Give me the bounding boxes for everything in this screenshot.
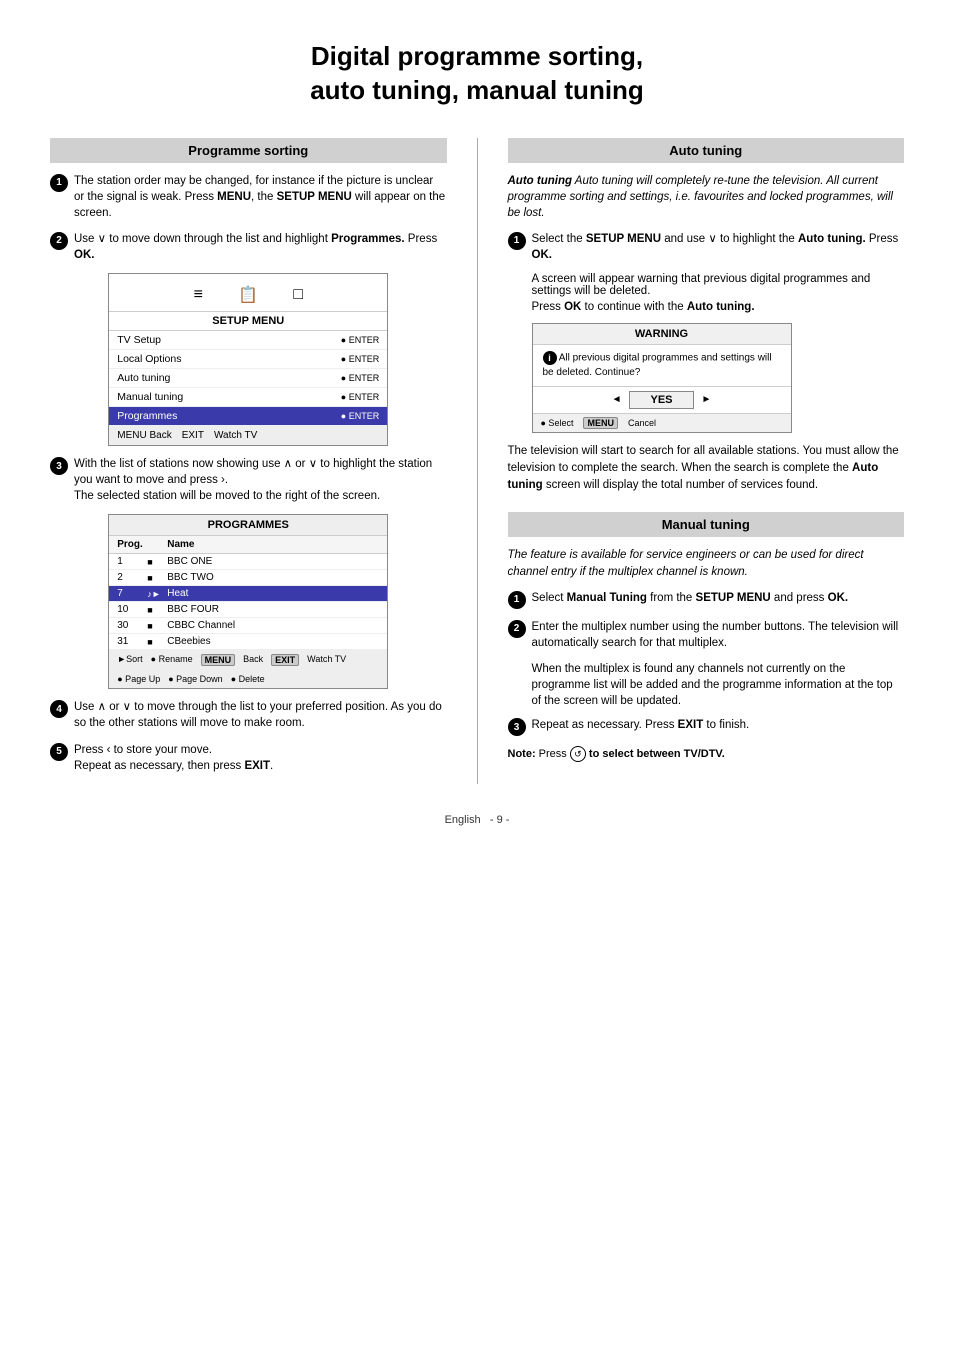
setup-menu-box: ≡ 📋 □ SETUP MENU TV Setup● ENTER Local O…	[108, 273, 388, 446]
prog-row-bbc4: 10 ■ BBC FOUR	[109, 602, 387, 618]
prog-step-2: 2 Use ∨ to move down through the list an…	[50, 231, 447, 263]
setup-menu-title: SETUP MENU	[109, 312, 387, 331]
warning-footer: ● Select MENU Cancel	[533, 414, 791, 432]
icon-settings: ≡	[183, 282, 213, 307]
manual-step-1: 1 Select Manual Tuning from the SETUP ME…	[508, 590, 905, 609]
programmes-title: PROGRAMMES	[109, 515, 387, 536]
menu-row-auto: Auto tuning● ENTER	[109, 369, 387, 388]
step-num-2: 2	[50, 232, 68, 250]
prog-row-cbbc: 30 ■ CBBC Channel	[109, 618, 387, 634]
auto-step-1-content: Select the SETUP MENU and use ∨ to highl…	[532, 231, 905, 263]
programmes-box: PROGRAMMES Prog. Name 1 ■ BBC ONE 2 ■ BB…	[108, 514, 388, 689]
manual-step-num-1: 1	[508, 591, 526, 609]
step-num-5: 5	[50, 743, 68, 761]
yes-button[interactable]: YES	[629, 391, 693, 409]
manual-step-2b: When the multiplex is found any channels…	[532, 661, 905, 709]
warning-title: WARNING	[533, 324, 791, 345]
manual-step-num-2: 2	[508, 620, 526, 638]
step-num-1: 1	[50, 174, 68, 192]
arrow-right-icon: ►	[702, 394, 712, 405]
prog-step-3: 3 With the list of stations now showing …	[50, 456, 447, 504]
setup-menu-footer: MENU Back EXIT Watch TV	[109, 426, 387, 445]
prog-row-heat: 7 ♪► Heat	[109, 586, 387, 602]
programme-sorting-header: Programme sorting	[50, 138, 447, 163]
prog-step-1: 1 The station order may be changed, for …	[50, 173, 447, 221]
prog-row-bbc1: 1 ■ BBC ONE	[109, 554, 387, 570]
auto-step-1: 1 Select the SETUP MENU and use ∨ to hig…	[508, 231, 905, 263]
menu-row-tvsetup: TV Setup● ENTER	[109, 331, 387, 350]
step-num-4: 4	[50, 700, 68, 718]
programmes-footer: ►Sort ● Rename MENUBack EXITWatch TV ● P…	[109, 650, 387, 688]
page-title: Digital programme sorting, auto tuning, …	[50, 40, 904, 108]
left-column: Programme sorting 1 The station order ma…	[50, 138, 447, 784]
setup-menu-icons: ≡ 📋 □	[109, 274, 387, 312]
prog-step-5-content: Press ‹ to store your move. Repeat as ne…	[74, 742, 447, 774]
auto-step-num-1: 1	[508, 232, 526, 250]
prog-step-4: 4 Use ∧ or ∨ to move through the list to…	[50, 699, 447, 731]
manual-step-num-3: 3	[508, 718, 526, 736]
auto-tuning-intro: Auto tuning Auto tuning will completely …	[508, 173, 905, 221]
icon-tv: □	[283, 282, 313, 307]
right-column: Auto tuning Auto tuning Auto tuning will…	[508, 138, 905, 763]
auto-step-2-text: The television will start to search for …	[508, 443, 905, 495]
manual-step-2-content: Enter the multiplex number using the num…	[532, 619, 905, 651]
step-num-3: 3	[50, 457, 68, 475]
warning-yes-row: ◄ YES ►	[533, 387, 791, 414]
warning-content: i All previous digital programmes and se…	[533, 345, 791, 387]
prog-row-cbeebies: 31 ■ CBeebies	[109, 634, 387, 650]
auto-step-1b: A screen will appear warning that previo…	[532, 273, 905, 297]
manual-note: Note: Press ↺ to select between TV/DTV.	[508, 746, 905, 762]
prog-step-1-content: The station order may be changed, for in…	[74, 173, 447, 221]
menu-row-local: Local Options● ENTER	[109, 350, 387, 369]
manual-step-3: 3 Repeat as necessary. Press EXIT to fin…	[508, 717, 905, 736]
manual-step-3-content: Repeat as necessary. Press EXIT to finis…	[532, 717, 905, 733]
menu-row-manual: Manual tuning● ENTER	[109, 388, 387, 407]
manual-step-2: 2 Enter the multiplex number using the n…	[508, 619, 905, 651]
manual-step-1-content: Select Manual Tuning from the SETUP MENU…	[532, 590, 905, 606]
menu-row-programmes: Programmes● ENTER	[109, 407, 387, 426]
prog-step-4-content: Use ∧ or ∨ to move through the list to y…	[74, 699, 447, 731]
warning-box: WARNING i All previous digital programme…	[532, 323, 792, 433]
manual-tuning-intro: The feature is available for service eng…	[508, 547, 905, 579]
arrow-left-icon: ◄	[612, 394, 622, 405]
prog-table-header: Prog. Name	[109, 536, 387, 554]
manual-tuning-header: Manual tuning	[508, 512, 905, 537]
auto-step-1c: Press OK to continue with the Auto tunin…	[532, 301, 905, 313]
page-footer: English - 9 -	[50, 814, 904, 826]
auto-tuning-header: Auto tuning	[508, 138, 905, 163]
prog-step-3-content: With the list of stations now showing us…	[74, 456, 447, 504]
warning-icon: i	[543, 351, 557, 365]
prog-step-2-content: Use ∨ to move down through the list and …	[74, 231, 447, 263]
column-divider	[477, 138, 478, 784]
prog-step-5: 5 Press ‹ to store your move. Repeat as …	[50, 742, 447, 774]
prog-row-bbc2: 2 ■ BBC TWO	[109, 570, 387, 586]
icon-list: 📋	[233, 282, 263, 307]
